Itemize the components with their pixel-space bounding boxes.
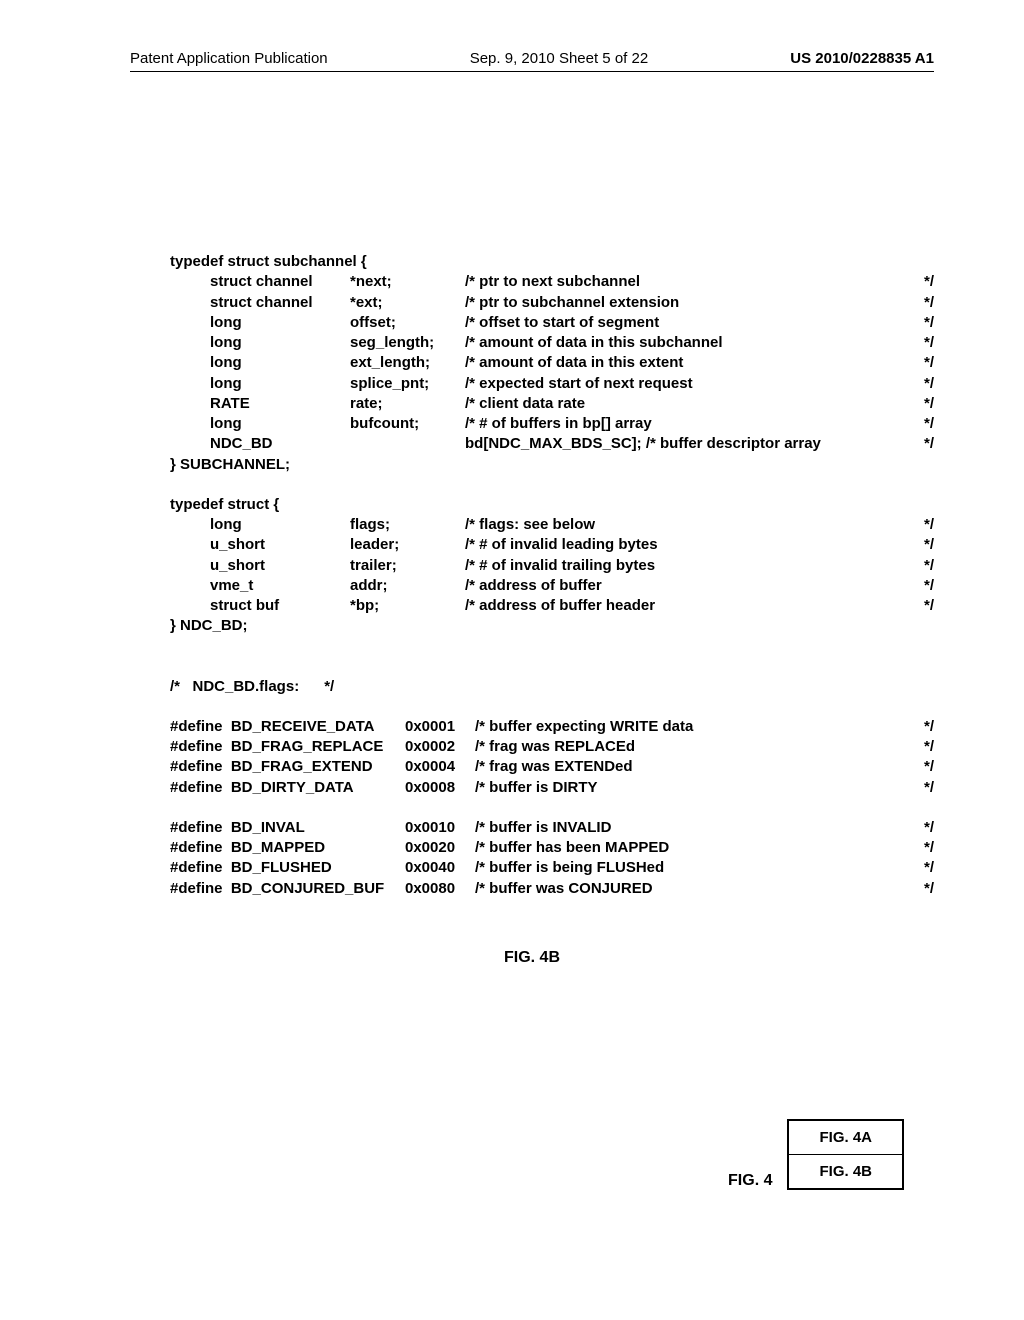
doc-header: Patent Application Publication Sep. 9, 2… [130, 50, 934, 72]
figure-panel-label: FIG. 4 [728, 1172, 772, 1190]
figure-main-label: FIG. 4B [130, 949, 934, 967]
figure-panel: FIG. 4 FIG. 4A FIG. 4B [728, 1119, 904, 1190]
define-row: #define BD_CONJURED_BUF0x0080/* buffer w… [170, 879, 934, 899]
struct-decl: typedef struct subchannel { [170, 252, 934, 272]
define-row: #define BD_FLUSHED0x0040/* buffer is bei… [170, 858, 934, 878]
struct-row: struct channel*ext;/* ptr to subchannel … [170, 293, 934, 313]
struct-row: u_shorttrailer;/* # of invalid trailing … [170, 556, 934, 576]
struct-row: longext_length;/* amount of data in this… [170, 353, 934, 373]
figure-cell: FIG. 4A [788, 1120, 903, 1155]
struct-close: } NDC_BD; [170, 616, 934, 636]
struct-row: RATErate;/* client data rate*/ [170, 394, 934, 414]
header-left: Patent Application Publication [130, 50, 328, 67]
define-row: #define BD_MAPPED0x0020/* buffer has bee… [170, 838, 934, 858]
struct-row: longoffset;/* offset to start of segment… [170, 313, 934, 333]
figure-cell: FIG. 4B [788, 1155, 903, 1190]
figure-table: FIG. 4A FIG. 4B [787, 1119, 904, 1190]
define-row: #define BD_FRAG_EXTEND0x0004/* frag was … [170, 757, 934, 777]
struct-row: vme_taddr;/* address of buffer*/ [170, 576, 934, 596]
header-right: US 2010/0228835 A1 [790, 50, 934, 67]
struct-row: longseg_length;/* amount of data in this… [170, 333, 934, 353]
define-row: #define BD_RECEIVE_DATA0x0001/* buffer e… [170, 717, 934, 737]
struct-row: longbufcount;/* # of buffers in bp[] arr… [170, 414, 934, 434]
struct-row: NDC_BDbd[NDC_MAX_BDS_SC]; /* buffer desc… [170, 434, 934, 454]
struct-row: longsplice_pnt;/* expected start of next… [170, 374, 934, 394]
struct-row: longflags;/* flags: see below*/ [170, 515, 934, 535]
struct-row: u_shortleader;/* # of invalid leading by… [170, 535, 934, 555]
struct-row: struct buf*bp;/* address of buffer heade… [170, 596, 934, 616]
define-row: #define BD_FRAG_REPLACE0x0002/* frag was… [170, 737, 934, 757]
header-mid: Sep. 9, 2010 Sheet 5 of 22 [470, 50, 648, 67]
code-content: typedef struct subchannel { struct chann… [170, 252, 934, 899]
struct-row: struct channel*next;/* ptr to next subch… [170, 272, 934, 292]
page-container: Patent Application Publication Sep. 9, 2… [0, 0, 1024, 1320]
define-row: #define BD_DIRTY_DATA0x0008/* buffer is … [170, 778, 934, 798]
struct-decl: typedef struct { [170, 495, 934, 515]
define-row: #define BD_INVAL0x0010/* buffer is INVAL… [170, 818, 934, 838]
flags-comment: /* NDC_BD.flags: */ [170, 677, 934, 697]
struct-close: } SUBCHANNEL; [170, 455, 934, 475]
